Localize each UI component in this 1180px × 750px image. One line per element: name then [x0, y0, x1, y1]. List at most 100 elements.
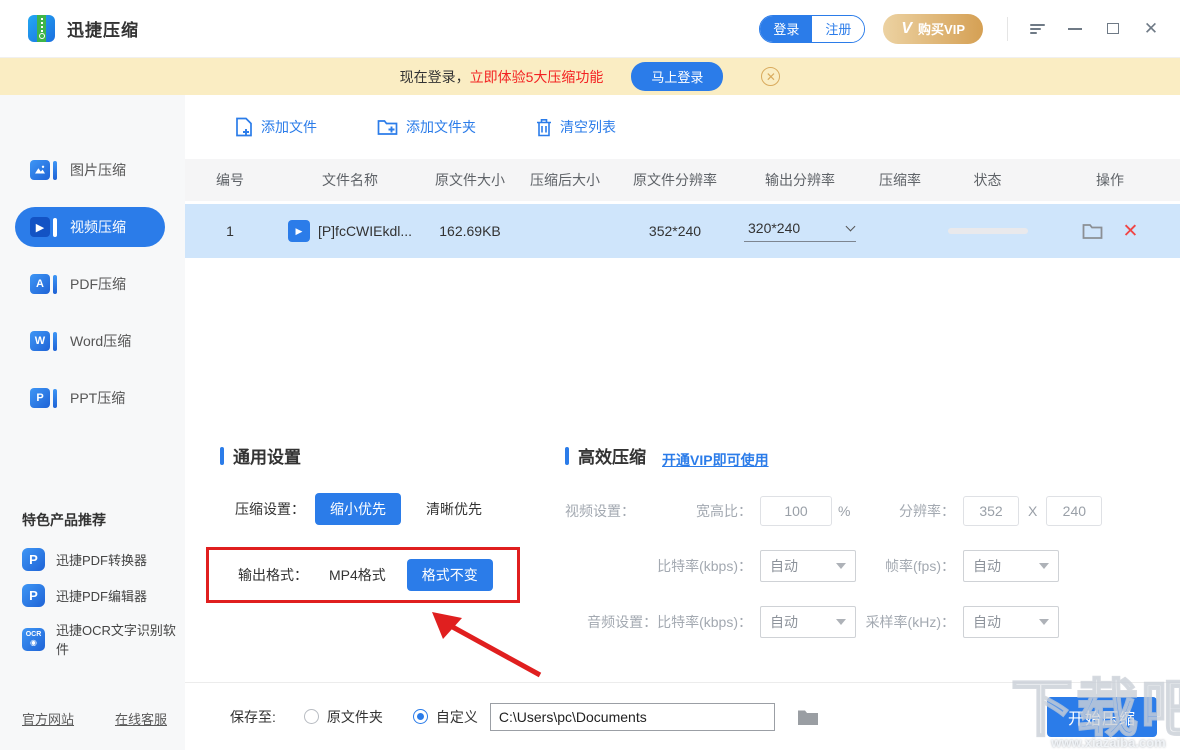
file-toolbar: 添加文件 添加文件夹 清空列表: [185, 95, 1180, 159]
orig-size-value: 162.69KB: [425, 223, 515, 239]
browse-folder-icon[interactable]: [797, 708, 819, 726]
open-vip-link[interactable]: 开通VIP即可使用: [662, 450, 769, 470]
sidebar-item-ppt-compress[interactable]: P PPT压缩: [15, 378, 165, 418]
output-resolution-value: 320*240: [748, 220, 800, 236]
app-window: 迅捷压缩 登录 注册 V 购买VIP ✕ 现在登录， 立即体验5大压缩功能 马上…: [0, 0, 1180, 750]
bitrate-dropdown[interactable]: 自动: [760, 550, 856, 582]
save-path-input[interactable]: [490, 703, 775, 731]
col-orig-size: 原文件大小: [425, 170, 515, 190]
fps-label: 帧率(fps)：: [864, 556, 955, 576]
settings-area: 通用设置 压缩设置： 缩小优先 清晰优先 输出格式： MP4格式 格式不变 高效…: [185, 443, 1180, 638]
featured-title: 特色产品推荐: [22, 510, 106, 530]
resolution-label: 分辨率：: [864, 501, 955, 521]
featured-pdf-editor[interactable]: P 迅捷PDF编辑器: [22, 584, 185, 607]
vip-v-icon: V: [901, 20, 912, 38]
sidebar-item-video-compress[interactable]: ▶ 视频压缩: [15, 207, 165, 247]
maximize-icon[interactable]: [1104, 20, 1122, 38]
close-icon[interactable]: ✕: [1142, 20, 1160, 38]
resolution-width-input[interactable]: [963, 496, 1019, 526]
keep-format-button[interactable]: 格式不变: [407, 559, 493, 591]
notice-bar: 现在登录， 立即体验5大压缩功能 马上登录 ✕: [0, 58, 1180, 95]
save-bar: 保存至: 原文件夹 自定义 开始压缩: [185, 682, 1180, 750]
sidebar-item-image-compress[interactable]: 图片压缩: [15, 150, 165, 190]
clear-list-button[interactable]: 清空列表: [536, 117, 616, 137]
featured-label: 迅捷OCR文字识别软件: [56, 620, 185, 658]
progress-bar: [948, 228, 1028, 234]
notice-close-icon[interactable]: ✕: [761, 67, 780, 86]
window-controls: ✕: [1007, 17, 1160, 41]
audio-bitrate-value: 自动: [770, 612, 798, 632]
word-compress-icon: W: [30, 331, 57, 351]
sample-rate-label: 采样率(kHz)：: [864, 612, 955, 632]
orig-resolution-value: 352*240: [615, 223, 735, 239]
add-folder-icon: [377, 118, 398, 136]
shrink-first-button[interactable]: 缩小优先: [315, 493, 401, 525]
annotation-red-box: 输出格式： MP4格式 格式不变: [206, 547, 520, 603]
video-file-icon: ▶: [288, 220, 310, 242]
open-folder-icon[interactable]: [1082, 222, 1103, 240]
file-name: [P]fcCWIEkdl...: [318, 223, 412, 239]
main-panel: 添加文件 添加文件夹 清空列表 编号 文件名称 原文件大小 压缩后大小 原文件分…: [185, 95, 1180, 750]
col-filename: 文件名称: [275, 170, 425, 190]
aspect-ratio-label: 宽高比：: [696, 501, 752, 521]
add-folder-label: 添加文件夹: [406, 117, 476, 137]
clarity-first-button[interactable]: 清晰优先: [411, 493, 497, 525]
audio-bitrate-dropdown[interactable]: 自动: [760, 606, 856, 638]
output-resolution-dropdown[interactable]: 320*240: [744, 220, 856, 242]
featured-label: 迅捷PDF编辑器: [56, 586, 147, 605]
output-format-label: 输出格式：: [238, 565, 308, 585]
sample-rate-dropdown[interactable]: 自动: [963, 606, 1059, 638]
clear-list-label: 清空列表: [560, 117, 616, 137]
online-support-link[interactable]: 在线客服: [115, 709, 167, 728]
bitrate-value: 自动: [770, 556, 798, 576]
bitrate-label: 比特率(kbps)：: [565, 556, 752, 576]
radio-on-icon: [413, 709, 428, 724]
mp4-format-button[interactable]: MP4格式: [314, 559, 401, 591]
general-settings: 通用设置 压缩设置： 缩小优先 清晰优先 输出格式： MP4格式 格式不变: [220, 443, 565, 638]
login-now-button[interactable]: 马上登录: [631, 62, 723, 91]
col-orig-resolution: 原文件分辨率: [615, 170, 735, 190]
col-ratio: 压缩率: [865, 170, 935, 190]
register-button[interactable]: 注册: [812, 16, 864, 42]
video-compress-icon: ▶: [30, 217, 57, 237]
add-file-icon: [235, 117, 253, 137]
buy-vip-button[interactable]: V 购买VIP: [883, 14, 983, 44]
menu-icon[interactable]: [1028, 20, 1046, 38]
ppt-compress-icon: P: [30, 388, 57, 408]
featured-pdf-converter[interactable]: P 迅捷PDF转换器: [22, 548, 185, 571]
fps-dropdown[interactable]: 自动: [963, 550, 1059, 582]
login-button[interactable]: 登录: [760, 16, 812, 42]
caret-down-icon: [836, 619, 846, 625]
save-original-radio[interactable]: 原文件夹: [304, 707, 383, 727]
sidebar-item-label: 视频压缩: [70, 217, 126, 237]
image-compress-icon: [30, 160, 57, 180]
general-settings-title: 通用设置: [220, 443, 565, 468]
aspect-ratio-input[interactable]: [760, 496, 832, 526]
radio-off-icon: [304, 709, 319, 724]
buy-vip-label: 购买VIP: [918, 19, 965, 38]
featured-ocr[interactable]: OCR◉ 迅捷OCR文字识别软件: [22, 620, 185, 658]
resolution-height-input[interactable]: [1046, 496, 1102, 526]
app-logo-icon: [28, 15, 55, 42]
col-compressed-size: 压缩后大小: [515, 170, 615, 190]
table-row[interactable]: 1 ▶ [P]fcCWIEkdl... 162.69KB 352*240 320…: [185, 204, 1180, 258]
save-custom-radio[interactable]: 自定义: [413, 707, 478, 727]
sidebar-item-label: PDF压缩: [70, 274, 126, 294]
fps-value: 自动: [973, 556, 1001, 576]
featured-products: 特色产品推荐 P 迅捷PDF转换器 P 迅捷PDF编辑器 OCR◉ 迅捷OCR文…: [0, 510, 185, 671]
sample-rate-value: 自动: [973, 612, 1001, 632]
add-file-button[interactable]: 添加文件: [235, 117, 317, 137]
sidebar-item-pdf-compress[interactable]: A PDF压缩: [15, 264, 165, 304]
featured-label: 迅捷PDF转换器: [56, 550, 147, 569]
caret-down-icon: [836, 563, 846, 569]
row-number: 1: [185, 223, 275, 239]
start-compress-button[interactable]: 开始压缩: [1047, 697, 1157, 737]
official-site-link[interactable]: 官方网站: [22, 709, 74, 728]
col-no: 编号: [185, 170, 275, 190]
sidebar-item-word-compress[interactable]: W Word压缩: [15, 321, 165, 361]
pdf-editor-icon: P: [22, 584, 45, 607]
add-folder-button[interactable]: 添加文件夹: [377, 117, 476, 137]
minimize-icon[interactable]: [1066, 20, 1084, 38]
delete-row-icon[interactable]: ✕: [1123, 222, 1139, 241]
table-header: 编号 文件名称 原文件大小 压缩后大小 原文件分辨率 输出分辨率 压缩率 状态 …: [185, 159, 1180, 201]
